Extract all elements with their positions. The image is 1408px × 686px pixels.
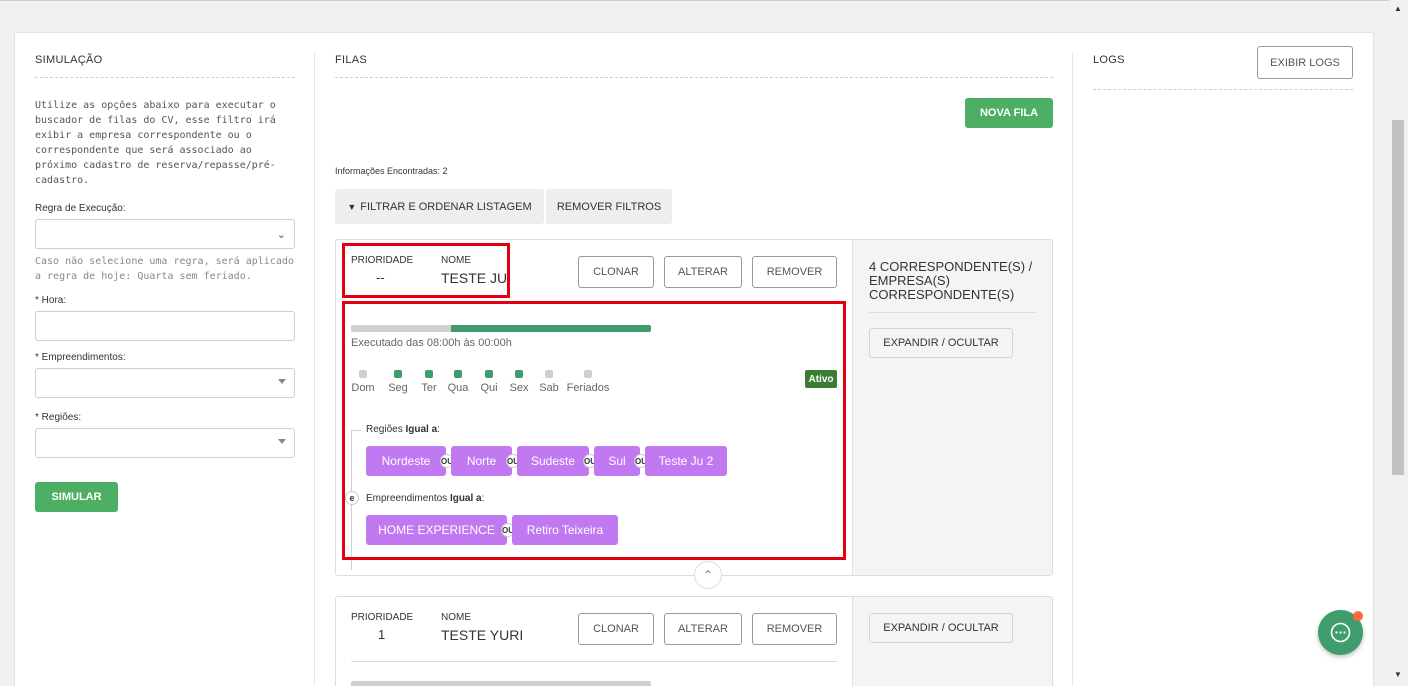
hora-input[interactable] <box>35 311 295 341</box>
hora-label: * Hora: <box>35 295 67 306</box>
highlight-box <box>342 301 846 560</box>
regioes-select[interactable] <box>35 428 295 458</box>
filter-button[interactable]: ▼ FILTRAR E ORDENAR LISTAGEM <box>335 189 544 224</box>
remover-button[interactable]: REMOVER <box>752 256 837 288</box>
remove-filters-button[interactable]: REMOVER FILTROS <box>546 189 672 224</box>
regra-select[interactable]: ⌄ <box>35 219 295 249</box>
alterar-button[interactable]: ALTERAR <box>664 613 742 645</box>
simular-button[interactable]: SIMULAR <box>35 482 118 512</box>
info-found: Informações Encontradas: 2 <box>335 166 448 176</box>
alterar-button[interactable]: ALTERAR <box>664 256 742 288</box>
nova-fila-button[interactable]: NOVA FILA <box>965 98 1053 128</box>
correspondentes-count: 4 CORRESPONDENTE(S) / EMPRESA(S) CORRESP… <box>869 259 1033 302</box>
simulacao-description: Utilize as opções abaixo para executar o… <box>35 100 276 186</box>
exibir-logs-button[interactable]: EXIBIR LOGS <box>1257 46 1353 79</box>
remover-button[interactable]: REMOVER <box>752 613 837 645</box>
clonar-button[interactable]: CLONAR <box>578 256 654 288</box>
window-top-border <box>0 0 1408 1</box>
scroll-up-icon[interactable]: ▲ <box>1394 4 1402 13</box>
simulacao-title: SIMULAÇÃO <box>35 54 103 66</box>
column-divider <box>1072 52 1073 686</box>
regioes-label: * Regiões: <box>35 412 82 423</box>
filter-icon: ▼ <box>347 201 357 212</box>
divider <box>335 77 1053 78</box>
caret-down-icon <box>278 379 286 384</box>
collapse-button[interactable]: ⌃ <box>694 561 722 589</box>
queue-side-panel: 4 CORRESPONDENTE(S) / EMPRESA(S) CORRESP… <box>852 240 1052 575</box>
empreendimentos-select[interactable] <box>35 368 295 398</box>
chevron-up-icon: ⌃ <box>702 568 714 582</box>
highlight-box <box>342 243 510 298</box>
prioridade-value: 1 <box>378 627 386 642</box>
divider <box>869 312 1037 313</box>
chevron-down-icon: ⌄ <box>276 229 286 241</box>
expandir-ocultar-button[interactable]: EXPANDIR / OCULTAR <box>869 328 1013 358</box>
clonar-button[interactable]: CLONAR <box>578 613 654 645</box>
scrollbar-thumb[interactable] <box>1392 120 1404 475</box>
nome-value: TESTE YURI <box>441 627 524 643</box>
queue-side-panel: EXPANDIR / OCULTAR <box>852 597 1052 686</box>
logs-title: LOGS <box>1093 54 1125 66</box>
divider <box>1093 89 1353 90</box>
caret-down-icon <box>278 439 286 444</box>
column-divider <box>314 52 315 686</box>
divider <box>35 77 295 78</box>
scrollbar[interactable]: ▲ ▼ <box>1389 0 1408 686</box>
divider <box>351 661 837 662</box>
filter-button-label: FILTRAR E ORDENAR LISTAGEM <box>360 200 532 213</box>
empreendimentos-label: * Empreendimentos: <box>35 352 126 363</box>
regra-hint: Caso não selecione uma regra, será aplic… <box>35 256 294 282</box>
nome-label: NOME <box>441 612 471 623</box>
regra-label: Regra de Execução: <box>35 203 126 214</box>
schedule-bar <box>351 681 651 686</box>
queue-card: EXPANDIR / OCULTAR PRIORIDADE 1 NOME TES… <box>335 596 1053 686</box>
expandir-ocultar-button[interactable]: EXPANDIR / OCULTAR <box>869 613 1013 643</box>
filas-title: FILAS <box>335 54 368 66</box>
notification-dot <box>1353 611 1363 621</box>
scroll-down-icon[interactable]: ▼ <box>1394 670 1402 679</box>
prioridade-label: PRIORIDADE <box>351 612 414 623</box>
